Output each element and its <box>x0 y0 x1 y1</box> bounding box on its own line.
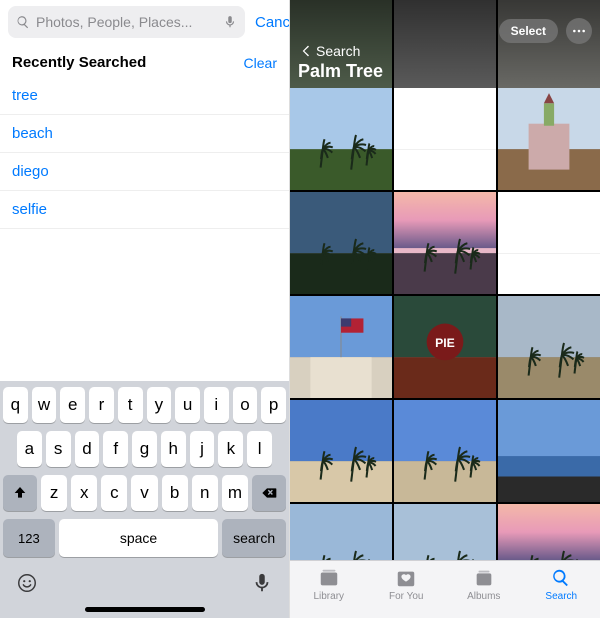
key-l[interactable]: l <box>247 431 272 467</box>
tab-for-you[interactable]: For You <box>374 567 438 602</box>
key-y[interactable]: y <box>147 387 172 423</box>
dictation-key[interactable] <box>248 569 276 597</box>
tab-albums[interactable]: Albums <box>452 567 516 602</box>
svg-text:PIE: PIE <box>435 336 455 350</box>
key-q[interactable]: q <box>3 387 28 423</box>
tab-search[interactable]: Search <box>529 567 593 602</box>
clear-button[interactable]: Clear <box>244 55 277 71</box>
search-bar-row: Cancel <box>0 0 289 44</box>
photo-thumb[interactable] <box>394 400 496 502</box>
tab-library[interactable]: Library <box>297 567 361 602</box>
photo-thumb[interactable] <box>290 192 392 294</box>
shift-key[interactable] <box>3 475 37 511</box>
results-screen: Search Palm Tree Select PIE Library For … <box>290 0 600 618</box>
recent-item[interactable]: selfie <box>0 191 289 229</box>
key-v[interactable]: v <box>131 475 157 511</box>
photo-thumb[interactable] <box>498 192 600 294</box>
key-f[interactable]: f <box>103 431 128 467</box>
header-actions: Select <box>499 18 592 44</box>
key-z[interactable]: z <box>41 475 67 511</box>
photo-thumb[interactable] <box>394 504 496 560</box>
recent-item[interactable]: beach <box>0 115 289 153</box>
photo-grid: PIE <box>290 88 600 560</box>
cancel-button[interactable]: Cancel <box>253 10 290 35</box>
key-k[interactable]: k <box>218 431 243 467</box>
key-n[interactable]: n <box>192 475 218 511</box>
photo-thumb[interactable] <box>290 400 392 502</box>
tab-label: For You <box>389 591 423 602</box>
key-o[interactable]: o <box>233 387 258 423</box>
recent-item[interactable]: diego <box>0 153 289 191</box>
emoji-key[interactable] <box>13 569 41 597</box>
select-button[interactable]: Select <box>499 19 558 43</box>
chevron-left-icon <box>298 43 314 59</box>
key-g[interactable]: g <box>132 431 157 467</box>
recent-item[interactable]: tree <box>0 77 289 115</box>
albums-icon <box>472 567 496 589</box>
photo-thumb[interactable] <box>498 88 600 190</box>
more-button[interactable] <box>566 18 592 44</box>
recent-list: tree beach diego selfie <box>0 77 289 229</box>
space-key[interactable]: space <box>59 519 218 557</box>
key-r[interactable]: r <box>89 387 114 423</box>
tab-label: Search <box>545 591 577 602</box>
key-w[interactable]: w <box>32 387 57 423</box>
search-key[interactable]: search <box>222 519 286 557</box>
key-j[interactable]: j <box>190 431 215 467</box>
tab-label: Albums <box>467 591 500 602</box>
photo-thumb[interactable] <box>498 296 600 398</box>
backspace-key[interactable] <box>252 475 286 511</box>
key-t[interactable]: t <box>118 387 143 423</box>
photo-thumb[interactable] <box>290 88 392 190</box>
key-s[interactable]: s <box>46 431 71 467</box>
key-x[interactable]: x <box>71 475 97 511</box>
key-h[interactable]: h <box>161 431 186 467</box>
photo-thumb[interactable] <box>498 504 600 560</box>
library-icon <box>317 567 341 589</box>
key-p[interactable]: p <box>261 387 286 423</box>
key-b[interactable]: b <box>162 475 188 511</box>
tab-label: Library <box>313 591 344 602</box>
photo-thumb[interactable] <box>394 88 496 190</box>
back-label: Search <box>316 43 360 59</box>
photo-thumb[interactable] <box>394 192 496 294</box>
search-tab-icon <box>549 567 573 589</box>
key-u[interactable]: u <box>175 387 200 423</box>
ellipsis-icon <box>572 29 586 33</box>
search-icon <box>16 15 30 29</box>
key-m[interactable]: m <box>222 475 248 511</box>
photo-thumb[interactable] <box>498 400 600 502</box>
results-title: Palm Tree <box>298 61 592 82</box>
recent-header: Recently Searched Clear <box>0 44 289 77</box>
photo-thumb[interactable] <box>290 504 392 560</box>
search-field[interactable] <box>8 6 245 38</box>
search-screen: Cancel Recently Searched Clear tree beac… <box>0 0 290 618</box>
for-you-icon <box>394 567 418 589</box>
back-button[interactable]: Search <box>298 43 592 59</box>
key-e[interactable]: e <box>60 387 85 423</box>
key-i[interactable]: i <box>204 387 229 423</box>
key-a[interactable]: a <box>17 431 42 467</box>
key-c[interactable]: c <box>101 475 127 511</box>
dictation-icon[interactable] <box>223 15 237 29</box>
photo-thumb[interactable] <box>290 296 392 398</box>
tab-bar: Library For You Albums Search <box>290 560 600 618</box>
photo-thumb[interactable]: PIE <box>394 296 496 398</box>
home-indicator[interactable] <box>85 607 205 612</box>
recent-title: Recently Searched <box>12 54 146 71</box>
numbers-key[interactable]: 123 <box>3 519 55 557</box>
search-input[interactable] <box>36 14 217 30</box>
key-d[interactable]: d <box>75 431 100 467</box>
results-header: Search Palm Tree Select <box>290 0 600 88</box>
keyboard: qwertyuiop asdfghjkl zxcvbnm 123 space s… <box>0 381 289 618</box>
